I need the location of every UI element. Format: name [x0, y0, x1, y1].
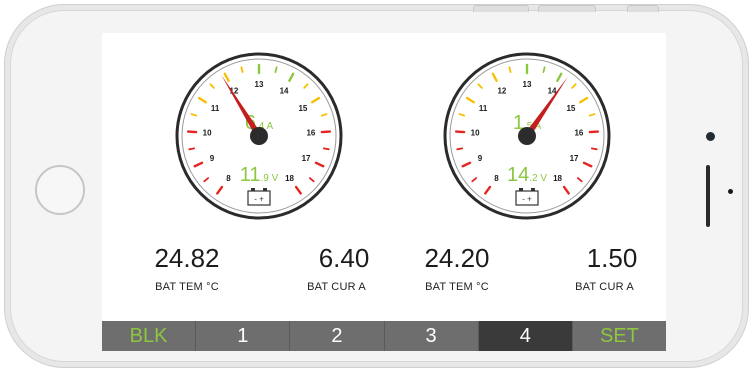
gauge-tick-label: 9: [478, 154, 483, 163]
gauge-tick-label: 12: [497, 86, 506, 95]
bottom-nav: BLK 1 2 3 4 SET: [102, 321, 666, 351]
gauge-tick-label: 17: [570, 154, 579, 163]
gauge-tick-label: 8: [226, 174, 231, 183]
proximity-sensor: [728, 189, 733, 194]
volume-button: [538, 5, 596, 12]
phone-frame: 891011121314151617186.4 A11.9 V- + 89101…: [4, 4, 749, 368]
gauge-tick: [188, 147, 196, 151]
gauge-tick-label: 10: [203, 129, 212, 138]
readout-current-2: 1.50 BAT CUR A: [517, 243, 657, 293]
gauge-tick-label: 17: [302, 154, 311, 163]
nav-blk-button[interactable]: BLK: [102, 321, 197, 351]
nav-3-button[interactable]: 3: [385, 321, 479, 351]
readout-label: BAT CUR A: [307, 281, 366, 293]
nav-4-button[interactable]: 4: [478, 321, 573, 351]
battery-symbol-label: - +: [254, 195, 264, 204]
gauge-tick-label: 14: [280, 86, 289, 95]
gauge-hub: [250, 127, 268, 145]
gauge-tick-label: 11: [211, 104, 220, 113]
gauge-tick-label: 16: [574, 129, 583, 138]
battery-symbol-label: - +: [522, 195, 532, 204]
battery-terminal-icon: [531, 188, 535, 191]
readout-label: BAT CUR A: [575, 281, 634, 293]
app-screen: 891011121314151617186.4 A11.9 V- + 89101…: [102, 33, 666, 351]
voltage-gauge-left: 891011121314151617186.4 A11.9 V- +: [175, 52, 343, 220]
readout-current-1: 6.40 BAT CUR A: [249, 243, 389, 293]
readout-label: BAT TEM °C: [425, 281, 489, 293]
gauge-tick: [274, 66, 278, 73]
gauge-tick-label: 11: [479, 104, 488, 113]
front-camera: [706, 132, 715, 141]
gauge-tick: [240, 66, 244, 73]
gauge-tick-label: 13: [523, 80, 532, 89]
gauge-tick-label: 13: [255, 80, 264, 89]
battery-terminal-icon: [519, 188, 523, 191]
gauge-tick: [186, 130, 198, 134]
gauge-hub: [518, 127, 536, 145]
battery-terminal-icon: [251, 188, 255, 191]
gauge-tick-label: 15: [298, 104, 307, 113]
gauge-tick: [508, 66, 512, 73]
readout-value: 24.20: [424, 243, 490, 273]
nav-set-button[interactable]: SET: [573, 321, 666, 351]
gauge-tick: [588, 130, 600, 134]
battery-terminal-icon: [263, 188, 267, 191]
gauge-tick: [542, 66, 546, 73]
gauge-tick-label: 18: [285, 174, 294, 183]
nav-1-button[interactable]: 1: [196, 321, 291, 351]
readout-label: BAT TEM °C: [155, 281, 219, 293]
gauge-tick-label: 8: [494, 174, 499, 183]
voltage-gauge-right: 891011121314151617181.5 A14.2 V- +: [443, 52, 611, 220]
gauge-tick-label: 16: [306, 129, 315, 138]
readout-temp-1: 24.82 BAT TEM °C: [117, 243, 257, 293]
gauge-tick-label: 18: [553, 174, 562, 183]
gauge-tick-label: 9: [210, 154, 215, 163]
readout-value: 6.40: [318, 243, 370, 273]
gauge-tick-label: 10: [471, 129, 480, 138]
readout-temp-2: 24.20 BAT TEM °C: [387, 243, 527, 293]
readout-value: 1.50: [586, 243, 638, 273]
volume-button: [473, 5, 529, 12]
gauge-tick: [590, 147, 598, 151]
home-button[interactable]: [35, 165, 85, 215]
gauge-tick-label: 15: [566, 104, 575, 113]
gauge-tick: [454, 130, 466, 134]
gauge-tick: [322, 147, 330, 151]
gauge-tick: [320, 130, 332, 134]
earpiece-speaker: [706, 165, 710, 227]
gauge-tick: [456, 147, 464, 151]
power-button: [627, 5, 659, 12]
readout-value: 24.82: [154, 243, 220, 273]
nav-2-button[interactable]: 2: [290, 321, 385, 351]
